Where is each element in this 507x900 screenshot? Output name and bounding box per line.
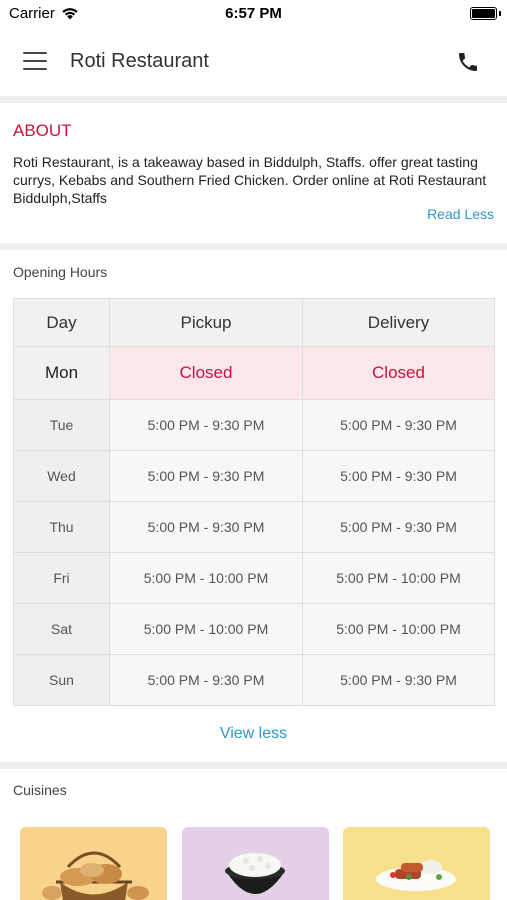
cuisine-card-bread[interactable] [20,827,167,900]
table-row: Tue 5:00 PM - 9:30 PM 5:00 PM - 9:30 PM [13,399,495,451]
delivery-cell: 5:00 PM - 9:30 PM [302,654,495,706]
header-delivery: Delivery [302,298,495,347]
table-header-row: Day Pickup Delivery [13,298,495,347]
pickup-cell: 5:00 PM - 9:30 PM [109,450,303,502]
pickup-cell: 5:00 PM - 10:00 PM [109,603,303,655]
opening-hours-table: Day Pickup Delivery Mon Closed Closed Tu… [13,298,495,706]
delivery-cell: 5:00 PM - 9:30 PM [302,450,495,502]
cuisine-card-kebab[interactable] [343,827,490,900]
bread-basket-image [20,827,167,900]
table-row: Sat 5:00 PM - 10:00 PM 5:00 PM - 10:00 P… [13,603,495,655]
header-divider [0,96,507,103]
pickup-cell: Closed [109,346,303,400]
about-title: ABOUT [13,121,72,140]
pickup-cell: 5:00 PM - 10:00 PM [109,552,303,604]
day-cell: Fri [13,552,110,604]
day-cell: Mon [13,346,110,400]
kebab-plate-image [343,827,490,900]
status-bar: Carrier 6:57 PM [0,0,507,28]
day-cell: Wed [13,450,110,502]
day-cell: Sun [13,654,110,706]
header-pickup: Pickup [109,298,303,347]
table-row-today: Mon Closed Closed [13,346,495,400]
app-header: Roti Restaurant [0,28,507,96]
delivery-cell: 5:00 PM - 9:30 PM [302,501,495,553]
pickup-cell: 5:00 PM - 9:30 PM [109,501,303,553]
cuisine-card-rice[interactable] [182,827,329,900]
day-cell: Sat [13,603,110,655]
day-cell: Tue [13,399,110,451]
delivery-cell: 5:00 PM - 10:00 PM [302,603,495,655]
view-less-link[interactable]: View less [0,725,507,743]
status-time: 6:57 PM [225,5,282,22]
phone-icon[interactable] [456,50,480,74]
read-less-link[interactable]: Read Less [427,206,494,222]
battery-tip [499,11,501,16]
day-cell: Thu [13,501,110,553]
delivery-cell: 5:00 PM - 10:00 PM [302,552,495,604]
pickup-cell: 5:00 PM - 9:30 PM [109,654,303,706]
table-row: Fri 5:00 PM - 10:00 PM 5:00 PM - 10:00 P… [13,552,495,604]
hours-divider [0,762,507,769]
about-text: Roti Restaurant, is a takeaway based in … [13,154,487,206]
delivery-cell: 5:00 PM - 9:30 PM [302,399,495,451]
hamburger-menu-icon[interactable] [23,52,47,70]
opening-hours-label: Opening Hours [13,264,108,280]
pickup-cell: 5:00 PM - 9:30 PM [109,399,303,451]
about-divider [0,243,507,250]
restaurant-title: Roti Restaurant [70,50,209,72]
table-row: Thu 5:00 PM - 9:30 PM 5:00 PM - 9:30 PM [13,501,495,553]
delivery-cell: Closed [302,346,495,400]
header-day: Day [13,298,110,347]
battery-icon [470,7,497,20]
table-row: Sun 5:00 PM - 9:30 PM 5:00 PM - 9:30 PM [13,654,495,706]
cuisines-label: Cuisines [13,782,67,798]
table-row: Wed 5:00 PM - 9:30 PM 5:00 PM - 9:30 PM [13,450,495,502]
rice-bowl-image [182,827,329,900]
